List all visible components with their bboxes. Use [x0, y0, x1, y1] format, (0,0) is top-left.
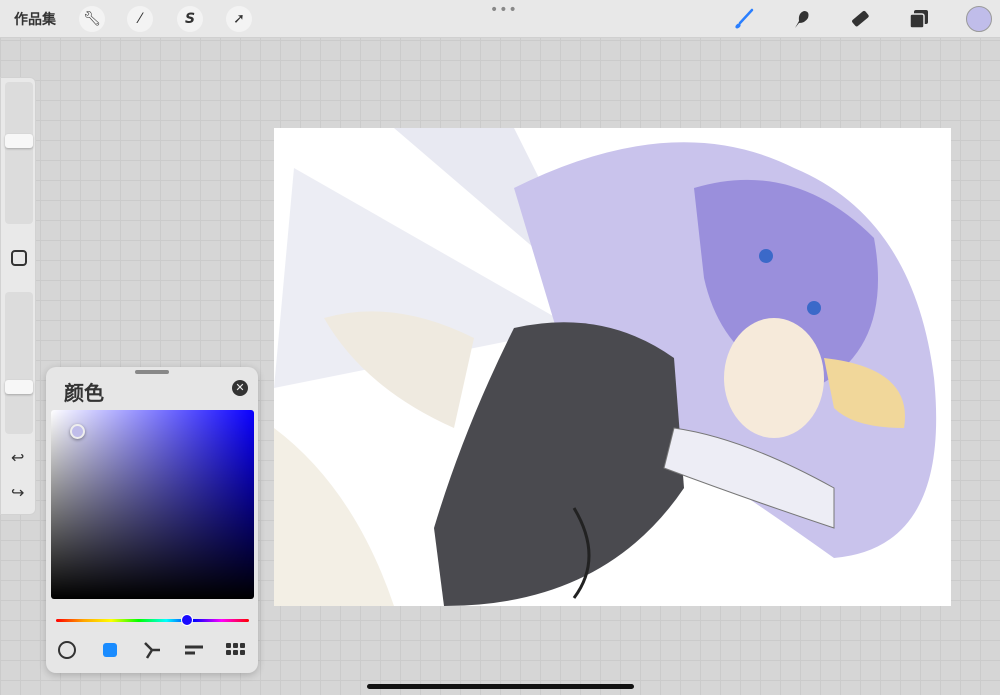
color-panel-title: 颜色 — [64, 381, 104, 405]
menu-dots[interactable]: ••• — [490, 2, 518, 18]
square-icon[interactable] — [11, 250, 27, 266]
artwork-illustration — [274, 128, 937, 606]
hue-slider-knob[interactable] — [181, 614, 194, 626]
value-icon[interactable] — [183, 639, 205, 661]
home-indicator[interactable] — [367, 684, 634, 689]
sidebar: ↩ ↪ — [0, 77, 36, 515]
close-icon[interactable]: ✕ — [232, 380, 248, 396]
classic-icon[interactable] — [99, 639, 121, 661]
hue-slider[interactable] — [56, 619, 249, 622]
transform-arrow-icon[interactable]: ➚ — [226, 6, 252, 32]
top-toolbar: 作品集 🔧︎ ⁄ S ➚ ••• — [0, 0, 1000, 38]
layers-icon[interactable] — [907, 7, 931, 31]
wrench-icon[interactable]: 🔧︎ — [79, 6, 105, 32]
brush-size-slider[interactable] — [5, 82, 33, 224]
brush-size-knob[interactable] — [5, 134, 33, 148]
harmony-icon[interactable] — [141, 639, 163, 661]
selection-icon[interactable]: S — [177, 6, 203, 32]
disc-icon[interactable] — [56, 639, 78, 661]
color-swatch-button[interactable] — [966, 6, 992, 32]
opacity-slider[interactable] — [5, 292, 33, 434]
panel-drag-handle[interactable] — [135, 370, 169, 374]
opacity-knob[interactable] — [5, 380, 33, 394]
canvas-artwork[interactable] — [274, 128, 951, 606]
saturation-value-picker[interactable] — [51, 410, 254, 599]
gallery-button[interactable]: 作品集 — [14, 9, 56, 29]
magic-wand-icon[interactable]: ⁄ — [127, 6, 153, 32]
color-panel: 颜色 ✕ — [46, 367, 258, 673]
color-picker-knob[interactable] — [70, 424, 85, 439]
palettes-icon[interactable] — [225, 639, 247, 661]
brush-icon[interactable] — [732, 7, 756, 31]
redo-icon[interactable]: ↪ — [11, 483, 24, 502]
eraser-icon[interactable] — [848, 7, 872, 31]
undo-icon[interactable]: ↩ — [11, 448, 24, 467]
smudge-icon[interactable] — [789, 7, 813, 31]
